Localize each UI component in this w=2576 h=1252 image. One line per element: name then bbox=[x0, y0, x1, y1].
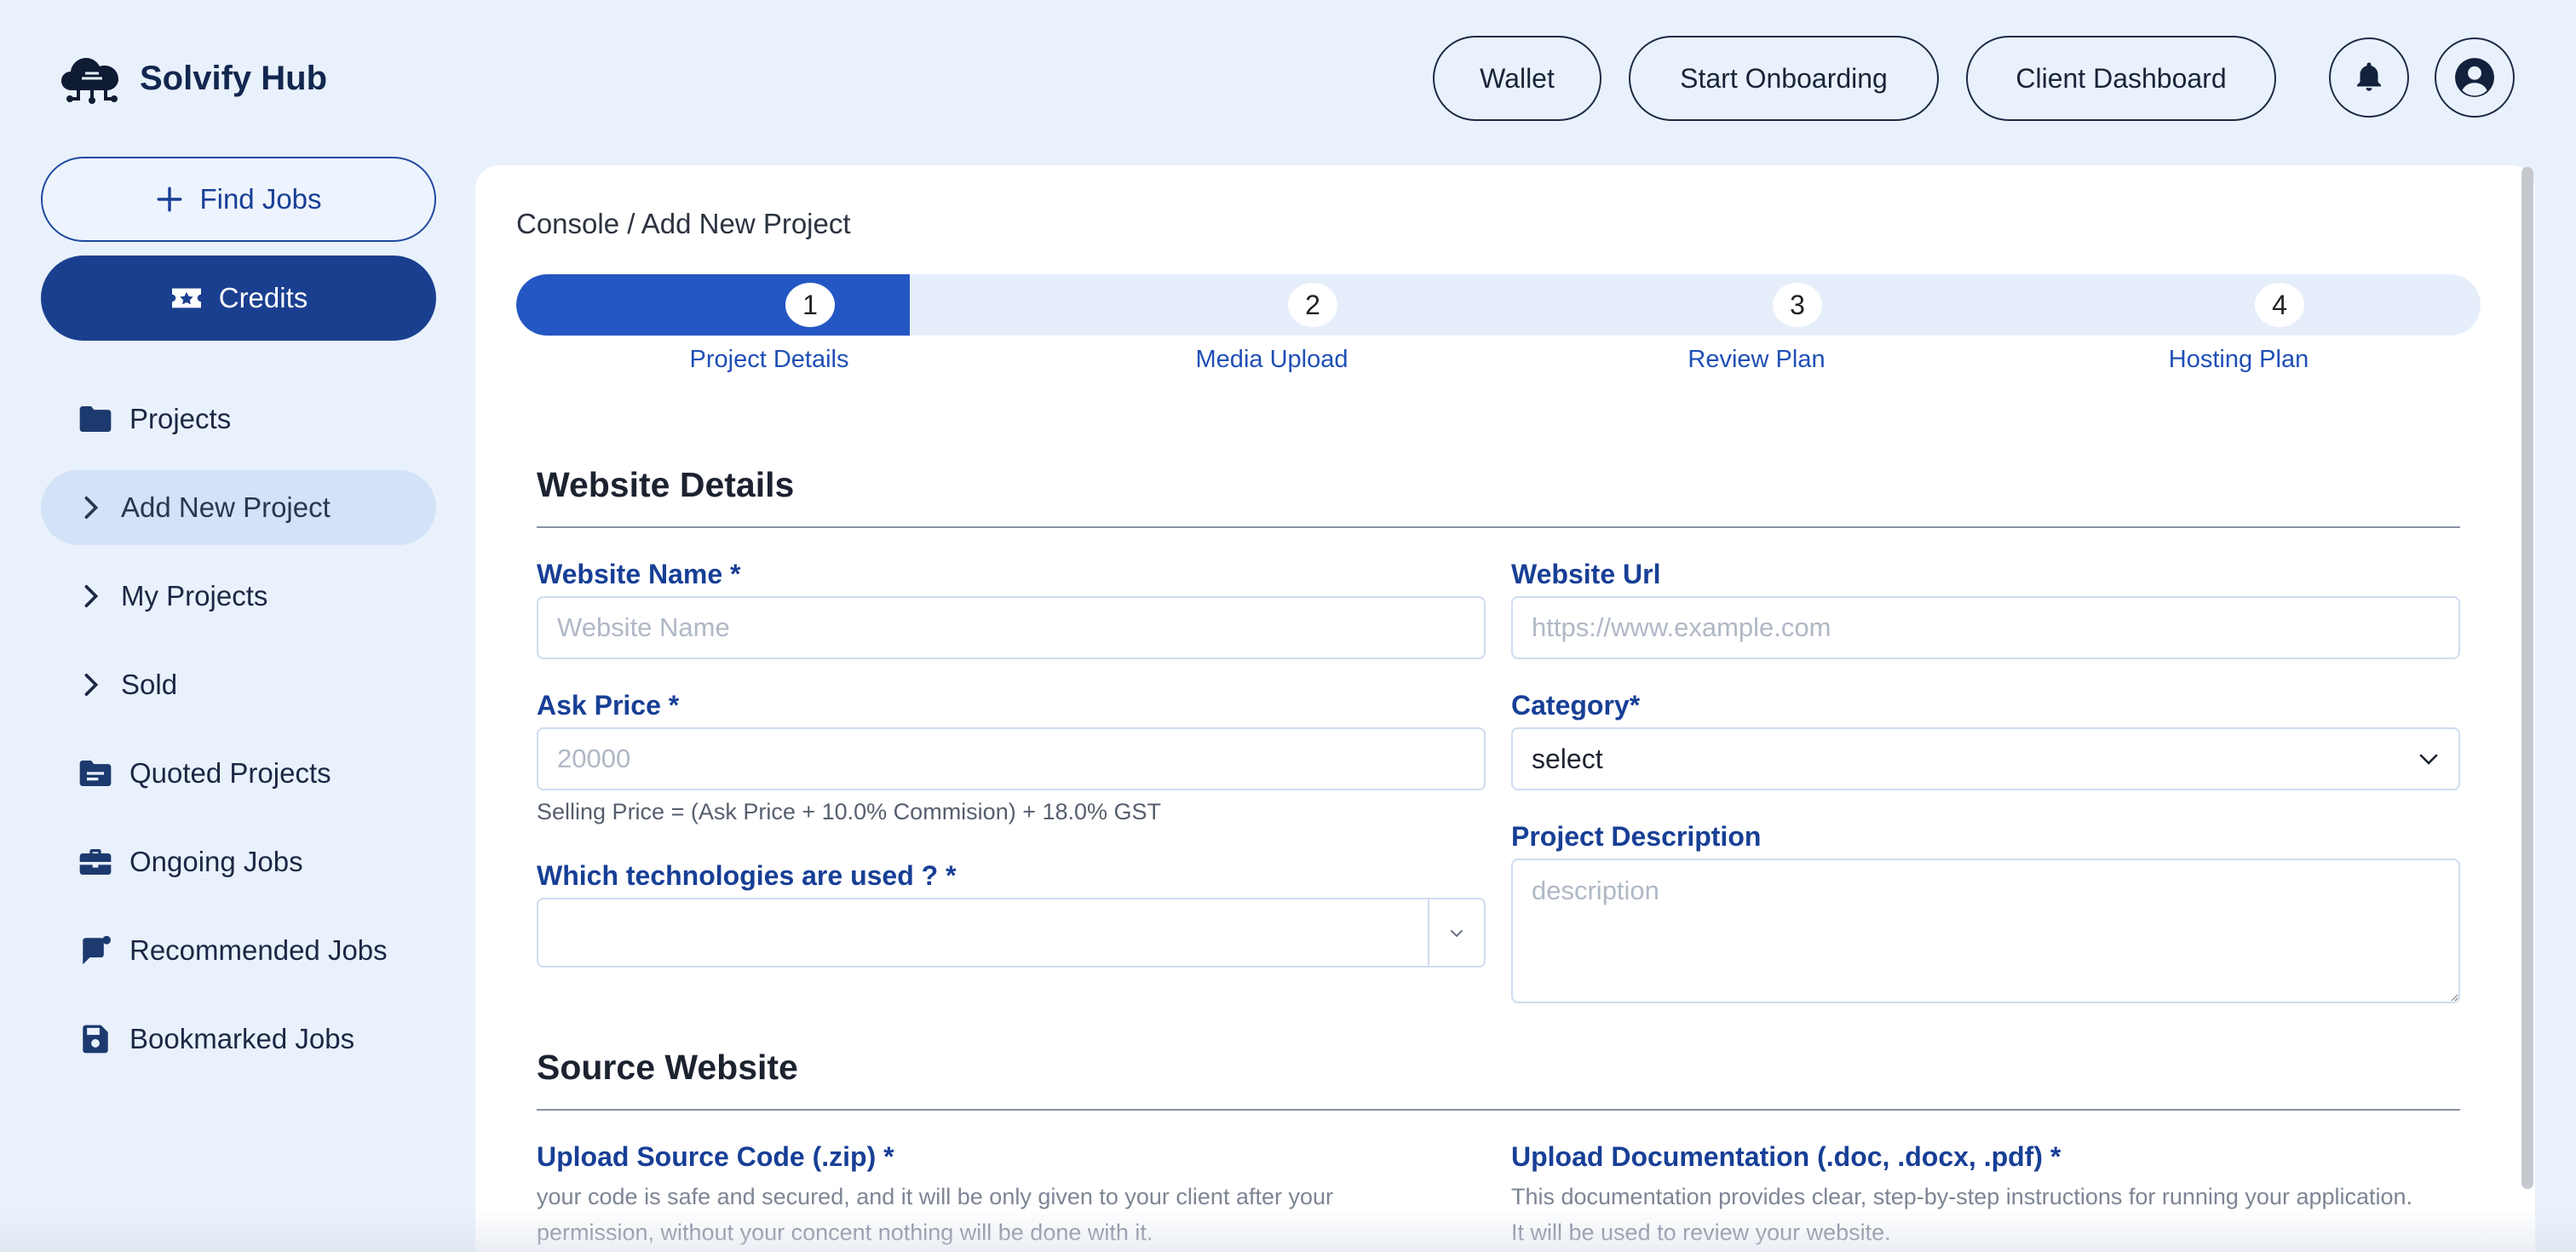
upload-documentation-description: This documentation provides clear, step-… bbox=[1511, 1184, 2413, 1245]
notifications-button[interactable] bbox=[2329, 37, 2409, 118]
chevron-down-icon[interactable] bbox=[1446, 925, 1467, 942]
breadcrumb: Console / Add New Project bbox=[516, 208, 851, 239]
category-label: Category* bbox=[1511, 690, 1641, 721]
category-select[interactable]: select bbox=[1511, 727, 2460, 790]
website-name-input[interactable] bbox=[537, 596, 1486, 659]
step-3-label[interactable]: Review Plan bbox=[1688, 346, 1825, 374]
website-url-input[interactable] bbox=[1511, 596, 2460, 659]
ticket-star-icon bbox=[171, 288, 201, 308]
website-name-label: Website Name * bbox=[537, 559, 741, 589]
wallet-button[interactable]: Wallet bbox=[1433, 36, 1601, 121]
category-selected-value: select bbox=[1532, 743, 1603, 774]
chevron-down-icon bbox=[2419, 754, 2438, 765]
account-button[interactable] bbox=[2435, 37, 2515, 118]
sidebar-item-label: My Projects bbox=[121, 580, 268, 612]
chat-flag-icon bbox=[77, 933, 114, 968]
technologies-multiselect[interactable] bbox=[537, 898, 1486, 968]
step-1-circle[interactable]: 1 bbox=[785, 283, 835, 327]
sidebar-item-label: Ongoing Jobs bbox=[129, 846, 303, 877]
main-panel: Console / Add New Project 1 2 3 4 Projec… bbox=[475, 165, 2535, 1252]
project-description-textarea[interactable] bbox=[1511, 859, 2460, 1003]
ask-price-label: Ask Price * bbox=[537, 690, 680, 721]
briefcase-icon bbox=[77, 845, 114, 879]
folder-icon bbox=[77, 402, 114, 436]
chevron-right-icon bbox=[83, 492, 102, 523]
step-1-label[interactable]: Project Details bbox=[690, 346, 849, 374]
top-header: Solvify Hub Wallet Start Onboarding Clie… bbox=[0, 0, 2576, 158]
credits-label: Credits bbox=[218, 282, 308, 313]
sidebar-item-label: Projects bbox=[129, 403, 232, 434]
bell-icon bbox=[2357, 62, 2381, 91]
quote-folder-icon bbox=[77, 756, 114, 790]
source-website-title: Source Website bbox=[537, 1048, 798, 1087]
user-circle-icon bbox=[2455, 58, 2494, 97]
save-icon bbox=[77, 1022, 114, 1056]
find-jobs-label: Find Jobs bbox=[199, 183, 322, 215]
chevron-right-icon bbox=[83, 669, 102, 700]
step-3-circle[interactable]: 3 bbox=[1773, 283, 1822, 327]
sidebar-item-bookmarked-jobs[interactable]: Bookmarked Jobs bbox=[41, 1002, 436, 1077]
credits-button[interactable]: Credits bbox=[41, 256, 436, 341]
find-jobs-button[interactable]: Find Jobs bbox=[41, 157, 436, 242]
stepper-progress-fill bbox=[516, 274, 910, 336]
section-divider bbox=[537, 1109, 2460, 1111]
sidebar-item-sold[interactable]: Sold bbox=[41, 647, 436, 722]
cloud-network-icon bbox=[61, 58, 118, 104]
website-url-label: Website Url bbox=[1511, 559, 1661, 589]
sidebar-item-ongoing-jobs[interactable]: Ongoing Jobs bbox=[41, 824, 436, 899]
upload-source-code-description: your code is safe and secured, and it wi… bbox=[537, 1184, 1334, 1245]
step-2-circle[interactable]: 2 bbox=[1288, 283, 1337, 327]
step-4-label[interactable]: Hosting Plan bbox=[2169, 346, 2309, 374]
sidebar-item-label: Quoted Projects bbox=[129, 757, 331, 789]
upload-source-code-label: Upload Source Code (.zip) * bbox=[537, 1141, 894, 1172]
sidebar-item-projects[interactable]: Projects bbox=[41, 382, 436, 457]
sidebar-item-label: Recommended Jobs bbox=[129, 934, 388, 966]
technologies-label: Which technologies are used ? * bbox=[537, 860, 957, 891]
plus-icon bbox=[158, 187, 182, 212]
progress-stepper: 1 2 3 4 bbox=[516, 274, 2481, 336]
brand[interactable]: Solvify Hub bbox=[60, 53, 327, 104]
sidebar-item-add-new-project[interactable]: Add New Project bbox=[41, 470, 436, 545]
website-details-title: Website Details bbox=[537, 465, 795, 504]
upload-documentation-label: Upload Documentation (.doc, .docx, .pdf)… bbox=[1511, 1141, 2061, 1172]
client-dashboard-button[interactable]: Client Dashboard bbox=[1966, 36, 2276, 121]
sidebar-item-label: Bookmarked Jobs bbox=[129, 1023, 355, 1054]
sidebar-item-quoted-projects[interactable]: Quoted Projects bbox=[41, 736, 436, 811]
sidebar-item-recommended-jobs[interactable]: Recommended Jobs bbox=[41, 913, 436, 988]
sidebar-item-label: Add New Project bbox=[121, 491, 331, 523]
step-4-circle[interactable]: 4 bbox=[2255, 283, 2304, 327]
section-divider bbox=[537, 526, 2460, 528]
ask-price-input[interactable] bbox=[537, 727, 1486, 790]
step-2-label[interactable]: Media Upload bbox=[1196, 346, 1348, 374]
selling-price-hint: Selling Price = (Ask Price + 10.0% Commi… bbox=[537, 799, 1162, 824]
chevron-right-icon bbox=[83, 581, 102, 612]
brand-name: Solvify Hub bbox=[140, 59, 328, 97]
main-scrollbar[interactable] bbox=[2521, 167, 2533, 1189]
sidebar-item-my-projects[interactable]: My Projects bbox=[41, 559, 436, 634]
multiselect-divider bbox=[1428, 899, 1429, 966]
sidebar-item-label: Sold bbox=[121, 669, 178, 700]
project-description-label: Project Description bbox=[1511, 821, 1762, 852]
start-onboarding-button[interactable]: Start Onboarding bbox=[1629, 36, 1939, 121]
